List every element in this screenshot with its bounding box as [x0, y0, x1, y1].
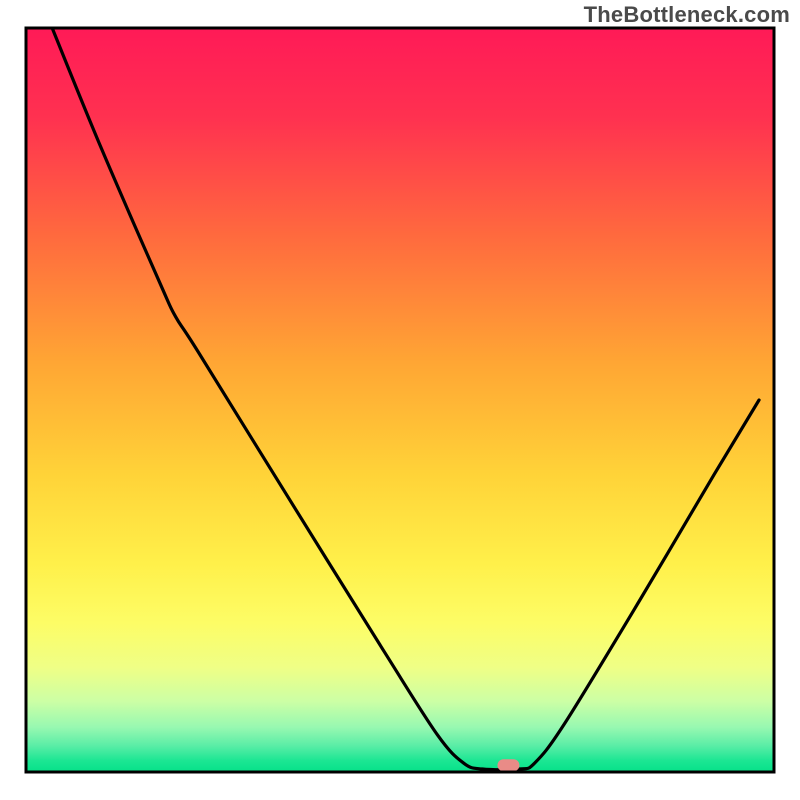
bottleneck-chart: TheBottleneck.com: [0, 0, 800, 800]
chart-svg: [0, 0, 800, 800]
gradient-background: [26, 28, 774, 772]
watermark-text: TheBottleneck.com: [584, 2, 790, 28]
plot-area: [26, 28, 774, 772]
optimal-marker: [497, 759, 519, 771]
